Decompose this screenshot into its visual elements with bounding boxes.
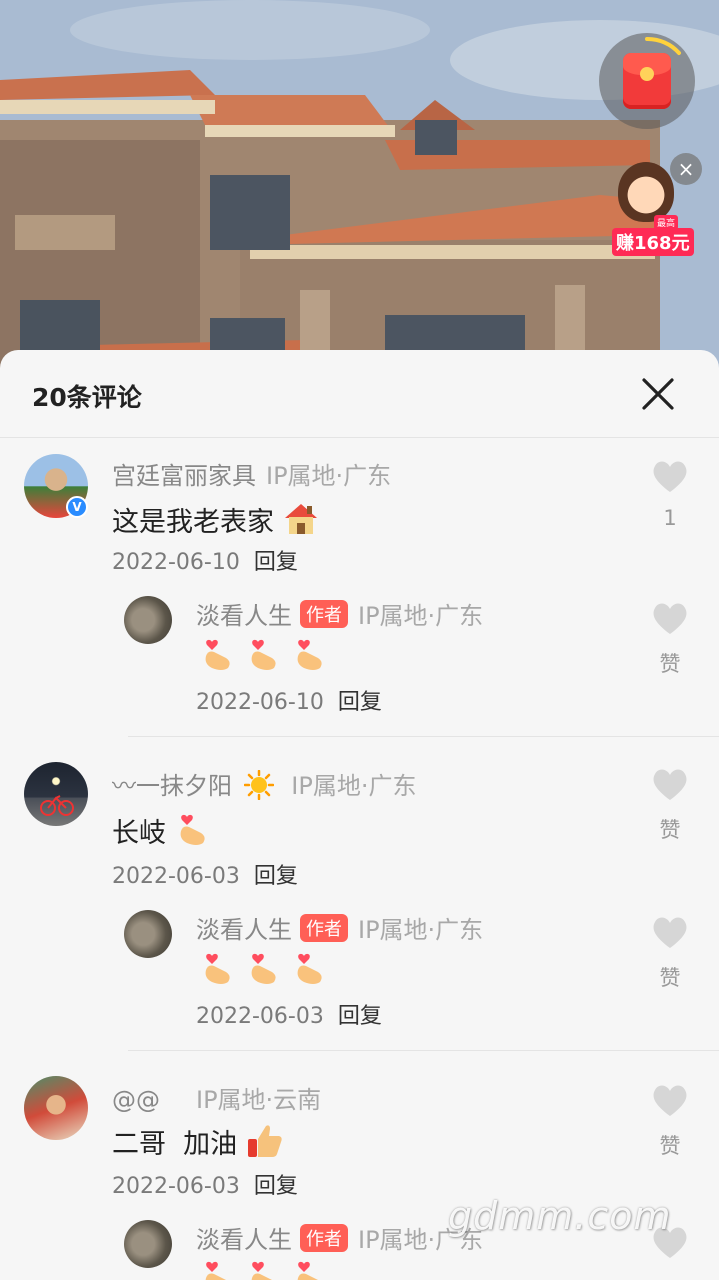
mascot-avatar-icon: [618, 162, 674, 222]
avatar[interactable]: [24, 1076, 88, 1140]
reply-header: 淡看人生 作者 IP属地·广东: [196, 596, 483, 631]
reply-button[interactable]: 回复: [338, 1004, 382, 1029]
thumbs-up-icon: [247, 1125, 282, 1157]
comment-body: 二哥 加油: [112, 1129, 238, 1160]
reply-emojis: [200, 636, 338, 672]
comment-text: 二哥 加油: [112, 1122, 284, 1161]
username[interactable]: @@: [112, 1086, 160, 1114]
like-button[interactable]: 赞: [640, 602, 700, 678]
comment-meta: 2022-06-03 回复: [112, 858, 298, 890]
avatar[interactable]: [124, 1220, 172, 1268]
username[interactable]: 宫廷富丽家具: [112, 462, 256, 490]
finger-heart-icon: [205, 1261, 226, 1280]
comment-body: 长岐: [112, 818, 166, 849]
comment-count-title: 20条评论: [32, 383, 142, 412]
like-button[interactable]: 赞: [640, 768, 700, 844]
comment-text: 长岐: [112, 810, 211, 850]
like-label: 赞: [659, 818, 681, 842]
divider: [128, 736, 719, 737]
username[interactable]: 〰一抹夕阳: [112, 772, 232, 800]
comment-date: 2022-06-03: [112, 1174, 240, 1199]
avatar[interactable]: [24, 762, 88, 826]
avatar[interactable]: [124, 910, 172, 958]
reply-header: 淡看人生 作者 IP属地·广东: [196, 910, 483, 945]
ip-location: IP属地·广东: [266, 462, 392, 490]
ip-location: IP属地·广东: [358, 602, 484, 630]
promo-label: 赚168元: [612, 228, 694, 256]
sheet-header: 20条评论: [0, 350, 719, 438]
heart-icon: [653, 917, 687, 948]
like-button[interactable]: 赞: [640, 916, 700, 992]
username[interactable]: 淡看人生: [196, 602, 292, 630]
comment-meta: 2022-06-10 回复: [112, 544, 298, 576]
finger-heart-icon: [251, 953, 276, 984]
ip-location: IP属地·广东: [358, 916, 484, 944]
comment-text: 这是我老表家: [112, 500, 319, 539]
finger-heart-icon: [297, 1261, 318, 1280]
finger-heart-icon: [180, 814, 205, 845]
sun-emoji-icon: [243, 769, 274, 801]
reply-meta: 2022-06-03 回复: [196, 998, 382, 1030]
comment-meta: 2022-06-03 回复: [112, 1168, 298, 1200]
reply-emojis: [200, 950, 338, 986]
red-envelope-icon: [623, 53, 671, 109]
like-label: 赞: [659, 966, 681, 990]
close-icon[interactable]: [636, 372, 680, 416]
like-count: 1: [663, 506, 677, 530]
reply-button[interactable]: 回复: [254, 1174, 298, 1199]
promo-close-icon[interactable]: ×: [670, 153, 702, 185]
verified-badge-icon: V: [66, 496, 88, 518]
finger-heart-icon: [297, 639, 322, 670]
divider: [128, 1050, 719, 1051]
author-badge: 作者: [300, 600, 348, 628]
comment-header: @@ IP属地·云南: [112, 1080, 321, 1115]
red-packet-button[interactable]: [599, 33, 695, 129]
finger-heart-icon: [251, 1261, 272, 1280]
author-badge: 作者: [300, 1224, 348, 1252]
like-label: 赞: [659, 652, 681, 676]
author-badge: 作者: [300, 914, 348, 942]
reply-emojis: [200, 1258, 338, 1280]
comment-sheet: 20条评论 V 宫廷富丽家具 IP属地·广东 这是我老表家 2022-06-10 回…: [0, 350, 719, 1280]
reply-date: 2022-06-03: [196, 1004, 324, 1029]
reply-button[interactable]: 回复: [254, 864, 298, 889]
reply-meta: 2022-06-10 回复: [196, 684, 382, 716]
reply-header: 淡看人生 作者 IP属地·广东: [196, 1220, 483, 1255]
like-label: 赞: [659, 1134, 681, 1158]
like-button[interactable]: 1: [640, 460, 700, 530]
username[interactable]: 淡看人生: [196, 916, 292, 944]
like-button[interactable]: 赞: [640, 1084, 700, 1160]
reply-button[interactable]: 回复: [254, 550, 298, 575]
comment-date: 2022-06-10: [112, 550, 240, 575]
avatar[interactable]: [124, 596, 172, 644]
heart-icon: [653, 769, 687, 800]
comment-header: 宫廷富丽家具 IP属地·广东: [112, 456, 391, 491]
finger-heart-icon: [205, 953, 230, 984]
comment-body: 这是我老表家: [112, 507, 274, 538]
finger-heart-icon: [251, 639, 276, 670]
heart-icon: [653, 461, 687, 492]
heart-icon: [653, 603, 687, 634]
reply-date: 2022-06-10: [196, 690, 324, 715]
finger-heart-icon: [205, 639, 230, 670]
house-emoji-icon: [284, 504, 317, 534]
ip-location: IP属地·广东: [291, 772, 417, 800]
ip-location: IP属地·云南: [196, 1086, 322, 1114]
finger-heart-icon: [297, 953, 322, 984]
heart-icon: [653, 1085, 687, 1116]
username[interactable]: 淡看人生: [196, 1226, 292, 1254]
comment-date: 2022-06-03: [112, 864, 240, 889]
bicycle-icon: [40, 795, 74, 816]
watermark: gdmm.com: [448, 1194, 672, 1238]
reply-button[interactable]: 回复: [338, 690, 382, 715]
comment-header: 〰一抹夕阳 IP属地·广东: [112, 766, 416, 801]
